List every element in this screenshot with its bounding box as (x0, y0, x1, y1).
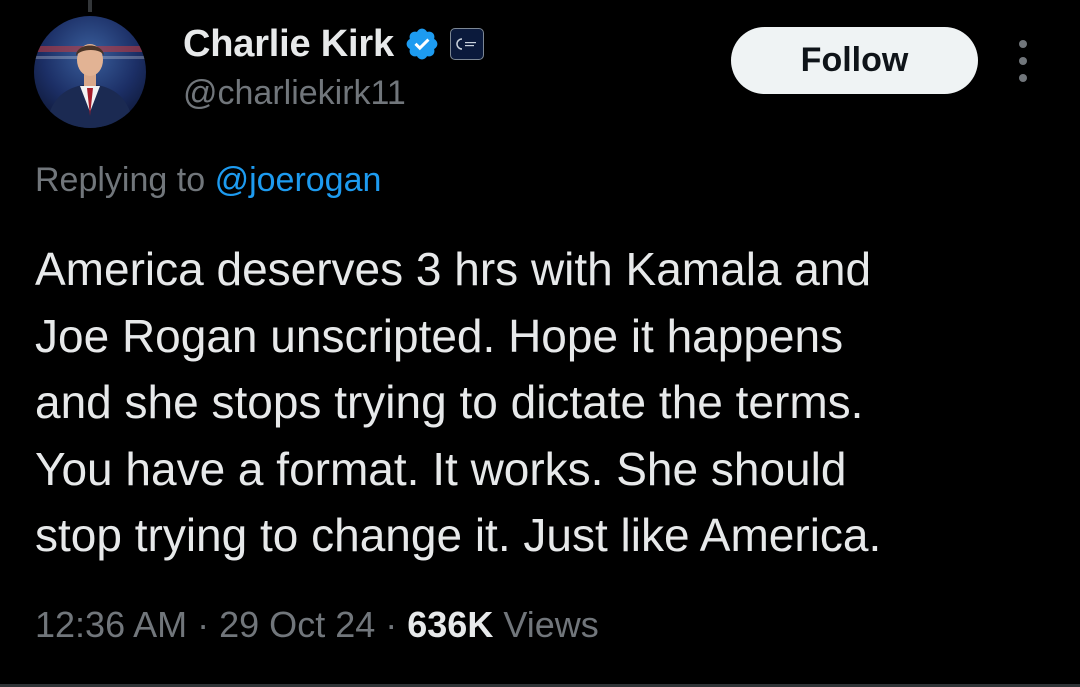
views-label: Views (503, 604, 599, 645)
more-options-icon[interactable] (1010, 40, 1036, 82)
tweet-text: America deserves 3 hrs with Kamala and J… (35, 236, 1045, 569)
tweet-date[interactable]: 29 Oct 24 (219, 604, 375, 645)
more-dot (1019, 57, 1027, 65)
replying-to-line: Replying to @joerogan (35, 161, 381, 200)
verified-badge-icon[interactable] (404, 26, 440, 62)
author-name-row: Charlie Kirk (183, 20, 484, 68)
author-handle[interactable]: @charliekirk11 (183, 74, 406, 113)
meta-separator: · (197, 604, 210, 645)
more-dot (1019, 74, 1027, 82)
tweet-time[interactable]: 12:36 AM (35, 604, 187, 645)
tweet-text-line: You have a format. It works. She should (35, 442, 847, 495)
tweet-metadata: 12:36 AM · 29 Oct 24 · 636K Views (35, 604, 599, 646)
replying-to-label: Replying to (35, 161, 206, 199)
tweet-text-line: stop trying to change it. Just like Amer… (35, 509, 882, 561)
tweet-text-line: America deserves 3 hrs with Kamala and (35, 243, 872, 295)
views-count[interactable]: 636K (407, 604, 493, 645)
avatar[interactable] (34, 16, 146, 128)
tweet-text-line: Joe Rogan unscripted. Hope it happens (35, 309, 844, 362)
reply-mention-link[interactable]: @joerogan (215, 161, 382, 199)
organization-badge-icon[interactable] (449, 28, 484, 60)
follow-button[interactable]: Follow (731, 27, 978, 94)
thread-connector-line (88, 0, 92, 12)
meta-separator: · (385, 604, 398, 645)
tweet-text-line: and she stops trying to dictate the term… (35, 376, 864, 428)
more-dot (1019, 40, 1027, 48)
author-display-name[interactable]: Charlie Kirk (183, 23, 394, 66)
